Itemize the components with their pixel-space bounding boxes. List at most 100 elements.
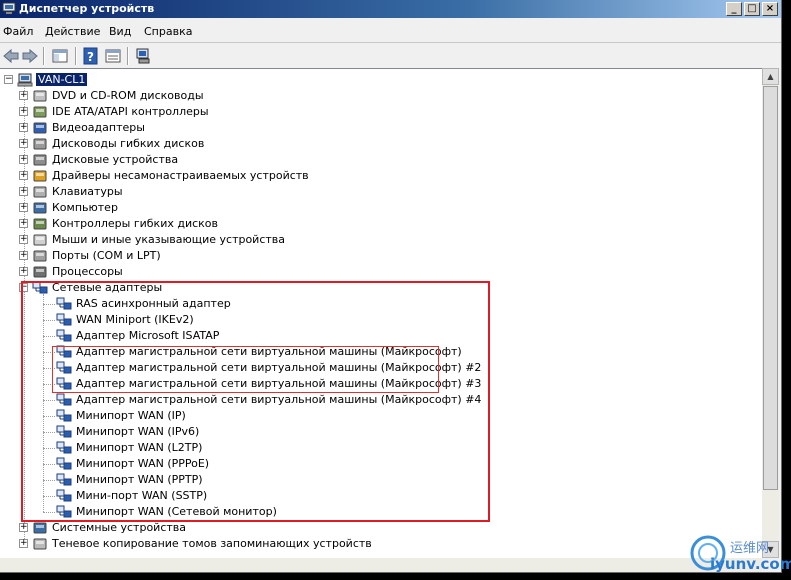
network-adapter-icon <box>56 409 72 422</box>
device-tree: − VAN-CL1 + DVD и CD-ROM дисководы + IDE AT… <box>0 68 762 559</box>
tree-category[interactable]: + Системные устройства <box>19 520 719 536</box>
network-adapter-item[interactable]: Минипорт WAN (L2TP) <box>43 440 743 456</box>
expand-toggle[interactable]: + <box>19 251 28 260</box>
back-arrow-icon[interactable] <box>2 47 20 65</box>
expand-toggle[interactable]: + <box>19 171 28 180</box>
expand-toggle[interactable]: + <box>19 203 28 212</box>
disk-drive-icon <box>33 154 47 166</box>
tree-item-label: WAN Miniport (IKEv2) <box>76 313 194 326</box>
minimize-button[interactable]: _ <box>726 2 742 16</box>
expand-toggle[interactable]: + <box>19 139 28 148</box>
tree-category[interactable]: + Дисководы гибких дисков <box>19 136 719 152</box>
expand-toggle[interactable]: + <box>19 267 28 276</box>
expand-toggle[interactable]: + <box>19 91 28 100</box>
svg-text:?: ? <box>87 50 94 64</box>
tree-line <box>43 304 55 305</box>
close-button[interactable]: × <box>762 2 778 16</box>
expand-toggle[interactable]: + <box>19 523 28 532</box>
network-adapter-item[interactable]: Минипорт WAN (IPv6) <box>43 424 743 440</box>
root-label: VAN-CL1 <box>36 73 88 86</box>
tree-line <box>43 496 55 497</box>
collapse-toggle[interactable]: − <box>19 283 28 292</box>
scan-hardware-icon[interactable] <box>135 47 153 65</box>
tree-category[interactable]: + Теневое копирование томов запоминающих … <box>19 536 719 552</box>
tree-item-label: Минипорт WAN (Сетевой монитор) <box>76 505 277 518</box>
keyboard-icon <box>33 186 47 198</box>
tree-item-label: Мыши и иные указывающие устройства <box>52 233 286 246</box>
driver-gear-icon <box>33 170 47 182</box>
collapse-toggle[interactable]: − <box>4 75 13 84</box>
watermark-logo: 运维网 iyunv.com <box>688 531 791 577</box>
tree-category[interactable]: + Процессоры <box>19 264 719 280</box>
network-adapter-icon <box>56 329 72 342</box>
forward-arrow-icon[interactable] <box>21 47 39 65</box>
menu-file[interactable]: Файл <box>3 25 33 38</box>
expand-toggle[interactable]: + <box>19 155 28 164</box>
network-adapter-item[interactable]: RAS асинхронный адаптер <box>43 296 743 312</box>
network-adapter-item[interactable]: Минипорт WAN (PPTP) <box>43 472 743 488</box>
tree-item-label: Теневое копирование томов запоминающих у… <box>52 537 372 550</box>
menu-view[interactable]: Вид <box>109 25 131 38</box>
tree-item-label: Клавиатуры <box>52 185 123 198</box>
tree-category-network-adapters[interactable]: − Сетевые адаптеры <box>19 280 719 296</box>
network-adapter-icon <box>56 393 72 406</box>
tree-item-label: Минипорт WAN (PPPoE) <box>76 457 210 470</box>
network-adapter-item[interactable]: Мини-порт WAN (SSTP) <box>43 488 743 504</box>
scroll-up-arrow[interactable]: ▲ <box>762 68 779 85</box>
network-adapter-item[interactable]: Минипорт WAN (Сетевой монитор) <box>43 504 743 520</box>
tree-line <box>43 416 55 417</box>
network-adapter-item[interactable]: Минипорт WAN (PPPoE) <box>43 456 743 472</box>
expand-toggle[interactable]: + <box>19 107 28 116</box>
tree-item-label: Видеоадаптеры <box>52 121 145 134</box>
menu-help[interactable]: Справка <box>144 25 192 38</box>
tree-item-label: Адаптер магистральной сети виртуальной м… <box>76 393 482 406</box>
help-icon[interactable]: ? <box>82 47 100 65</box>
network-adapter-item[interactable]: Адаптер магистральной сети виртуальной м… <box>43 344 743 360</box>
watermark-text-cn: 运维网 <box>730 541 770 556</box>
tree-item-label: DVD и CD-ROM дисководы <box>52 89 204 102</box>
network-adapter-item[interactable]: Адаптер магистральной сети виртуальной м… <box>43 392 743 408</box>
tree-category[interactable]: + Видеоадаптеры <box>19 120 719 136</box>
network-adapter-icon <box>56 505 72 518</box>
properties-icon[interactable] <box>104 47 122 65</box>
expand-toggle[interactable]: + <box>19 235 28 244</box>
tree-category[interactable]: + Драйверы несамонастраиваемых устройств <box>19 168 719 184</box>
network-adapter-icon <box>56 489 72 502</box>
tree-item-label: Контроллеры гибких дисков <box>52 217 219 230</box>
dvd-drive-icon <box>33 90 47 102</box>
tree-line <box>43 400 55 401</box>
tree-category[interactable]: + IDE ATA/ATAPI контроллеры <box>19 104 719 120</box>
tree-category[interactable]: + Мыши и иные указывающие устройства <box>19 232 719 248</box>
display-adapter-icon <box>33 122 47 134</box>
network-adapter-item[interactable]: Адаптер Microsoft ISATAP <box>43 328 743 344</box>
show-hide-console-tree-icon[interactable] <box>51 47 69 65</box>
vertical-scrollbar[interactable]: ▲ ▼ <box>762 68 779 558</box>
expand-toggle[interactable]: + <box>19 219 28 228</box>
network-adapter-icon <box>56 441 72 454</box>
tree-category[interactable]: + Компьютер <box>19 200 719 216</box>
tree-item-label: Порты (COM и LPT) <box>52 249 161 262</box>
maximize-button[interactable]: □ <box>744 2 760 16</box>
tree-line <box>43 336 55 337</box>
tree-root[interactable]: − VAN-CL1 <box>4 72 124 88</box>
tree-item-label: Дисковые устройства <box>52 153 179 166</box>
network-adapter-item[interactable]: Адаптер магистральной сети виртуальной м… <box>43 376 743 392</box>
menu-action[interactable]: Действие <box>45 25 100 38</box>
network-adapter-icon <box>56 377 72 390</box>
expand-toggle[interactable]: + <box>19 187 28 196</box>
tree-category[interactable]: + DVD и CD-ROM дисководы <box>19 88 719 104</box>
network-adapter-item[interactable]: WAN Miniport (IKEv2) <box>43 312 743 328</box>
network-adapter-icon <box>56 361 72 374</box>
tree-category[interactable]: + Порты (COM и LPT) <box>19 248 719 264</box>
network-adapter-item[interactable]: Адаптер магистральной сети виртуальной м… <box>43 360 743 376</box>
tree-item-label: Сетевые адаптеры <box>52 281 163 294</box>
processor-icon <box>33 266 47 278</box>
title-bar[interactable]: Диспетчер устройств _ □ × <box>0 0 781 18</box>
tree-category[interactable]: + Дисковые устройства <box>19 152 719 168</box>
network-adapter-item[interactable]: Минипорт WAN (IP) <box>43 408 743 424</box>
expand-toggle[interactable]: + <box>19 123 28 132</box>
scroll-thumb[interactable] <box>763 86 778 490</box>
expand-toggle[interactable]: + <box>19 539 28 548</box>
tree-category[interactable]: + Контроллеры гибких дисков <box>19 216 719 232</box>
tree-category[interactable]: + Клавиатуры <box>19 184 719 200</box>
